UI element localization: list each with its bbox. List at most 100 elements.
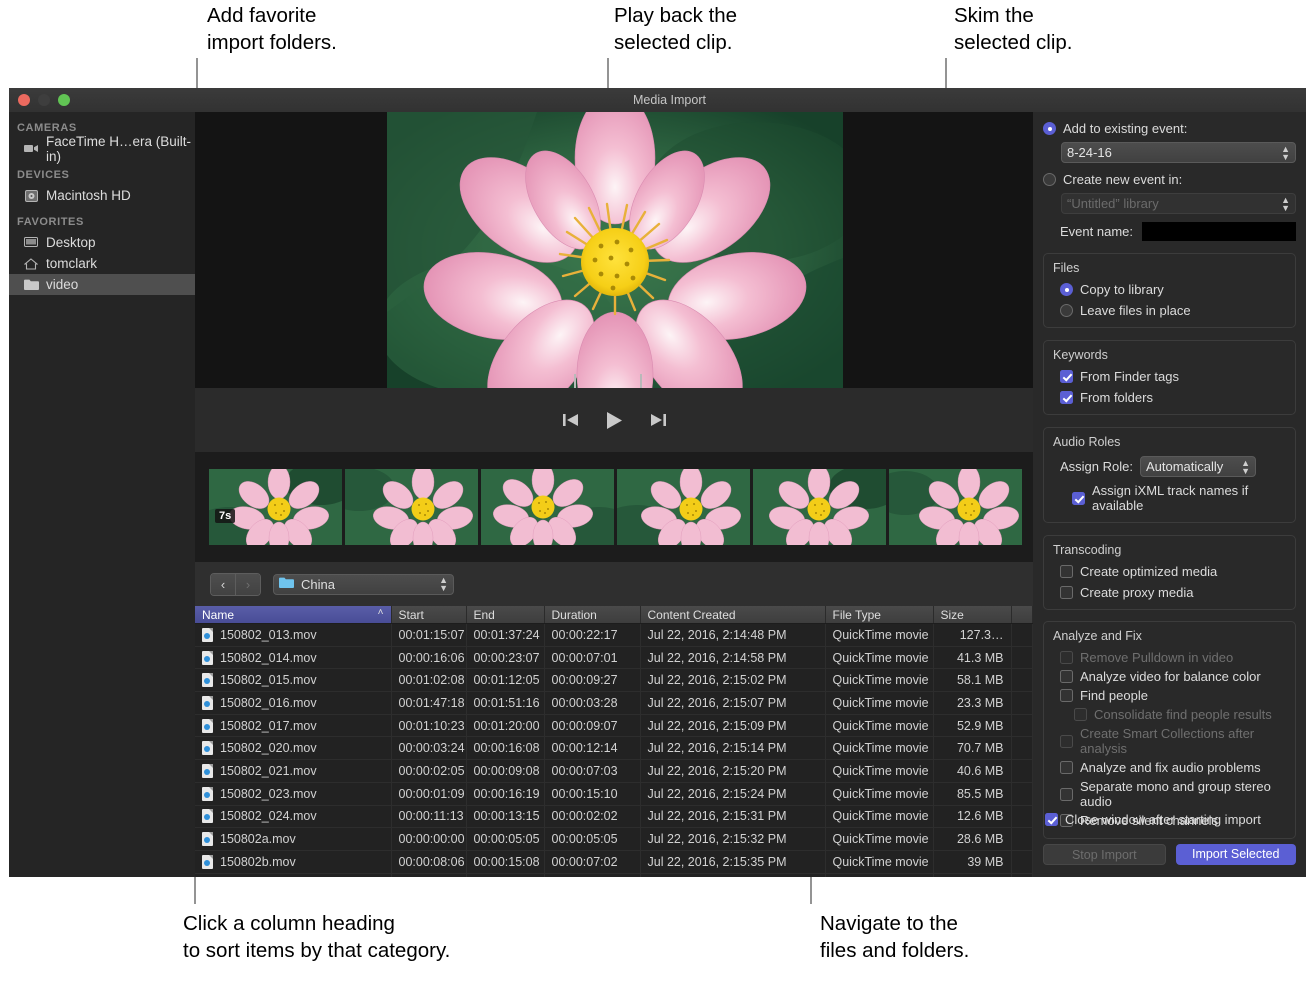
file-name-text: 150802_015.mov <box>220 673 317 687</box>
close-window-after-import-row[interactable]: Close window after starting import <box>1045 812 1261 827</box>
table-row[interactable]: 150802a.mov00:00:00:0000:00:05:0500:00:0… <box>195 828 1033 851</box>
callout-bottom-left: Click a column heading to sort items by … <box>183 910 450 964</box>
import-selected-button[interactable]: Import Selected <box>1176 844 1297 865</box>
analyze-option-row[interactable]: Separate mono and group stereo audio <box>1060 779 1286 809</box>
sidebar-item-tomclark[interactable]: tomclark <box>9 253 195 274</box>
close-window-after-import-checkbox[interactable] <box>1045 813 1058 826</box>
column-header-file-type[interactable]: File Type <box>825 606 933 624</box>
play-button[interactable] <box>605 411 624 430</box>
sidebar-item-facetime-camera[interactable]: FaceTime H…era (Built-in) <box>9 138 195 159</box>
cell-duration: 00:00:22:17 <box>544 624 640 647</box>
file-list-table[interactable]: Name ˄ Start End Duration Content Create… <box>195 606 1033 877</box>
analyze-option-label: Find people <box>1080 688 1148 703</box>
path-popup-button[interactable]: China ▲▼ <box>273 574 454 595</box>
filmstrip[interactable]: 7s <box>195 452 1033 562</box>
sidebar-item-macintosh-hd[interactable]: Macintosh HD <box>9 185 195 206</box>
action-button-row: Stop Import Import Selected <box>1043 844 1296 865</box>
cell-start: 00:00:08:06 <box>391 850 466 873</box>
cell-spacer <box>1011 624 1033 647</box>
preview-area <box>195 112 1033 452</box>
movie-file-icon <box>202 832 213 846</box>
create-new-event-radio-row[interactable]: Create new event in: <box>1043 172 1296 187</box>
ixml-track-names-checkbox[interactable] <box>1072 492 1085 505</box>
cell-file-type: QuickTime movie <box>825 850 933 873</box>
movie-file-icon <box>202 809 213 823</box>
table-row[interactable]: 150802_015.mov00:01:02:0800:01:12:0500:0… <box>195 669 1033 692</box>
assign-role-popup[interactable]: Automatically ▲▼ <box>1140 456 1256 477</box>
filmstrip-frame[interactable] <box>345 469 478 545</box>
analyze-option-row[interactable]: Analyze and fix audio problems <box>1060 760 1286 775</box>
stop-import-button[interactable]: Stop Import <box>1043 844 1166 865</box>
column-header-size[interactable]: Size <box>933 606 1011 624</box>
forward-button[interactable]: › <box>235 574 260 595</box>
copy-to-library-radio[interactable] <box>1060 283 1073 296</box>
sidebar-item-label: Macintosh HD <box>46 188 131 203</box>
column-header-content-created[interactable]: Content Created <box>640 606 825 624</box>
analyze-option-checkbox[interactable] <box>1060 670 1073 683</box>
analyze-option-row[interactable]: Analyze video for balance color <box>1060 669 1286 684</box>
cell-duration: 00:00:02:02 <box>544 805 640 828</box>
cell-content-created: Jul 22, 2016, 2:15:07 PM <box>640 692 825 715</box>
analyze-option-checkbox[interactable] <box>1060 788 1073 801</box>
add-to-existing-event-radio[interactable] <box>1043 122 1056 135</box>
cell-content-created: Jul 22, 2016, 2:15:02 PM <box>640 669 825 692</box>
filmstrip-frame[interactable] <box>889 469 1022 545</box>
filmstrip-frame[interactable] <box>617 469 750 545</box>
create-optimized-media-checkbox[interactable] <box>1060 565 1073 578</box>
cell-content-created: Jul 22, 2016, 2:15:32 PM <box>640 828 825 851</box>
existing-event-popup[interactable]: 8-24-16 ▲▼ <box>1061 142 1296 163</box>
preview-video-image[interactable] <box>387 112 843 388</box>
table-row[interactable]: 150802_013.mov00:01:15:0700:01:37:2400:0… <box>195 624 1033 647</box>
add-to-existing-event-radio-row[interactable]: Add to existing event: <box>1043 121 1296 136</box>
analyze-option-row[interactable]: Find people <box>1060 688 1286 703</box>
cell-start: 00:00:11:13 <box>391 805 466 828</box>
table-row[interactable]: 150802_016.mov00:01:47:1800:01:51:1600:0… <box>195 692 1033 715</box>
from-finder-tags-row[interactable]: From Finder tags <box>1060 369 1286 384</box>
table-row[interactable]: 150802_014.mov00:00:16:0600:00:23:0700:0… <box>195 646 1033 669</box>
analyze-option-label: Separate mono and group stereo audio <box>1080 779 1286 809</box>
cell-end: 00:01:12:05 <box>466 669 544 692</box>
leave-files-in-place-radio[interactable] <box>1060 304 1073 317</box>
ixml-track-names-row[interactable]: Assign iXML track names if available <box>1072 483 1286 513</box>
column-header-duration[interactable]: Duration <box>544 606 640 624</box>
event-name-field[interactable] <box>1142 222 1296 241</box>
table-row[interactable]: 150802c.mov00:00:22:0200:00:28:1100:00:0… <box>195 873 1033 877</box>
column-header-name[interactable]: Name ˄ <box>195 606 391 624</box>
table-row[interactable]: 150802_024.mov00:00:11:1300:00:13:1500:0… <box>195 805 1033 828</box>
create-proxy-media-checkbox[interactable] <box>1060 586 1073 599</box>
back-button[interactable]: ‹ <box>211 574 235 595</box>
sidebar-item-video[interactable]: video <box>9 274 195 295</box>
filmstrip-frame[interactable] <box>753 469 886 545</box>
cell-spacer <box>1011 646 1033 669</box>
cell-name: 150802_020.mov <box>195 737 391 760</box>
back-forward-segmented-control[interactable]: ‹ › <box>210 573 261 596</box>
create-proxy-media-row[interactable]: Create proxy media <box>1060 585 1286 600</box>
table-row[interactable]: 150802_017.mov00:01:10:2300:01:20:0000:0… <box>195 714 1033 737</box>
table-body[interactable]: 150802_013.mov00:01:15:0700:01:37:2400:0… <box>195 624 1033 878</box>
leave-files-in-place-row[interactable]: Leave files in place <box>1060 303 1286 318</box>
go-to-start-button[interactable] <box>563 413 579 427</box>
create-optimized-media-row[interactable]: Create optimized media <box>1060 564 1286 579</box>
table-row[interactable]: 150802_021.mov00:00:02:0500:00:09:0800:0… <box>195 760 1033 783</box>
create-new-event-radio[interactable] <box>1043 173 1056 186</box>
transcoding-group: Transcoding Create optimized media Creat… <box>1043 535 1296 610</box>
filmstrip-frame[interactable]: 7s <box>209 469 342 545</box>
from-folders-checkbox[interactable] <box>1060 391 1073 404</box>
from-finder-tags-checkbox[interactable] <box>1060 370 1073 383</box>
analyze-option-checkbox[interactable] <box>1060 761 1073 774</box>
column-header-end[interactable]: End <box>466 606 544 624</box>
from-folders-row[interactable]: From folders <box>1060 390 1286 405</box>
filmstrip-frame[interactable] <box>481 469 614 545</box>
files-group-title: Files <box>1053 261 1286 275</box>
chevron-updown-icon: ▲▼ <box>1281 196 1290 212</box>
copy-to-library-row[interactable]: Copy to library <box>1060 282 1286 297</box>
analyze-option-checkbox[interactable] <box>1060 689 1073 702</box>
table-row[interactable]: 150802b.mov00:00:08:0600:00:15:0800:00:0… <box>195 850 1033 873</box>
library-popup[interactable]: “Untitled” library ▲▼ <box>1061 193 1296 214</box>
table-row[interactable]: 150802_020.mov00:00:03:2400:00:16:0800:0… <box>195 737 1033 760</box>
file-name-text: 150802_020.mov <box>220 741 317 755</box>
go-to-end-button[interactable] <box>650 413 666 427</box>
table-row[interactable]: 150802_023.mov00:00:01:0900:00:16:1900:0… <box>195 782 1033 805</box>
sidebar-item-desktop[interactable]: Desktop <box>9 232 195 253</box>
column-header-start[interactable]: Start <box>391 606 466 624</box>
